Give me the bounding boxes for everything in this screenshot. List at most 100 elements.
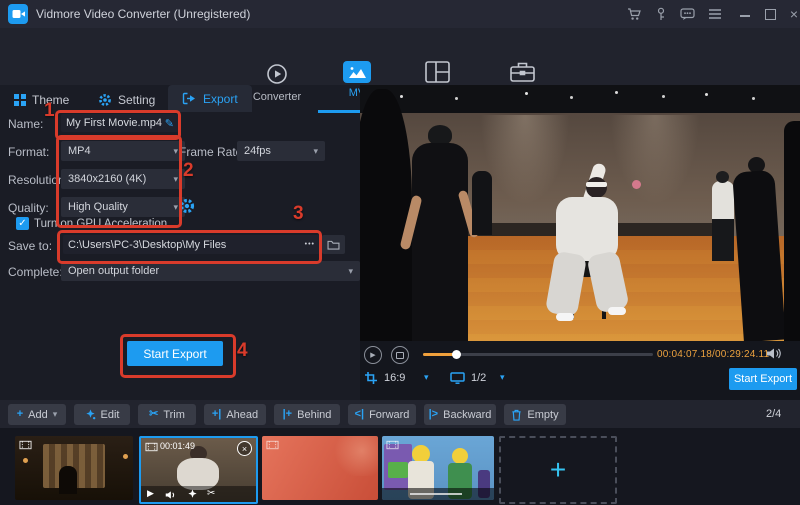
page-caret-icon[interactable]: ▾ [500, 372, 505, 383]
register-key-icon[interactable] [652, 6, 670, 22]
advanced-settings-gear-icon[interactable] [179, 198, 195, 214]
collage-icon [425, 61, 450, 83]
clip-play-icon[interactable]: ▶ [147, 488, 154, 499]
snapshot-button[interactable] [391, 346, 409, 364]
scene-bench [608, 223, 718, 236]
aspect-ratio-icon[interactable] [364, 371, 378, 384]
complete-value: Open output folder [68, 265, 159, 277]
annotation-number-3: 3 [293, 203, 304, 225]
ceiling-lights [400, 95, 403, 98]
theme-icon [14, 94, 26, 106]
setting-gear-icon [98, 93, 112, 107]
trim-label: Trim [163, 409, 185, 421]
quality-value: High Quality [68, 201, 128, 213]
edit-label: Edit [101, 409, 120, 421]
tab-export[interactable]: Export [168, 85, 252, 112]
tab-setting[interactable]: Setting [98, 87, 155, 113]
name-input[interactable]: My First Movie.mp4 ✎ [61, 114, 179, 132]
quality-dropdown[interactable]: High Quality ▾ [61, 197, 185, 217]
ahead-button[interactable]: +| Ahead [204, 404, 266, 425]
ahead-icon: +| [212, 409, 222, 420]
dancer-silhouette [712, 181, 734, 221]
clip4-head [452, 448, 468, 464]
behind-label: Behind [297, 409, 331, 421]
tab-export-label: Export [203, 92, 238, 106]
complete-dropdown[interactable]: Open output folder ▾ [61, 261, 360, 281]
start-export-button[interactable]: Start Export [127, 341, 223, 366]
aspect-caret-icon[interactable]: ▾ [424, 372, 429, 383]
annotation-number-2: 2 [183, 160, 194, 182]
screen-count-icon[interactable] [450, 372, 465, 384]
export-icon [182, 92, 197, 105]
menu-icon[interactable] [706, 6, 724, 22]
clip-trim-icon[interactable]: ✂ [207, 488, 215, 499]
timeline-clip-3[interactable] [262, 436, 378, 500]
play-button[interactable]: ▶ [364, 346, 382, 364]
saveto-input[interactable]: C:\Users\PC-3\Desktop\My Files ••• [63, 235, 320, 254]
clip-edit-icon[interactable] [187, 489, 198, 500]
empty-button[interactable]: Empty [504, 404, 566, 425]
dancer-silhouette [412, 143, 468, 341]
forward-button[interactable]: <| Forward [348, 404, 416, 425]
time-display: 00:04:07.18/00:29:24.11 [657, 349, 769, 360]
timeline-clip-4[interactable] [382, 436, 494, 500]
minimize-button[interactable] [736, 8, 754, 24]
behind-button[interactable]: |+ Behind [274, 404, 340, 425]
volume-icon[interactable] [766, 347, 781, 360]
gpu-checkbox[interactable]: ✓ [16, 217, 29, 230]
framerate-value: 24fps [244, 145, 271, 157]
film-icon [145, 442, 158, 452]
resolution-dropdown[interactable]: 3840x2160 (4K) ▾ [61, 169, 185, 189]
video-preview[interactable] [360, 85, 800, 341]
page-indicator: 1/2 [471, 372, 486, 384]
dancer-silhouette [784, 121, 800, 341]
clip4-caption-text [410, 493, 462, 495]
forward-label: Forward [369, 409, 409, 421]
feedback-icon[interactable] [678, 6, 696, 22]
window-title: Vidmore Video Converter (Unregistered) [36, 7, 250, 21]
dancer-head [716, 171, 729, 183]
store-cart-icon[interactable] [625, 6, 643, 22]
clip2-bottom-shade [141, 486, 256, 502]
main-nav: Converter MV Collage Toolbox [0, 28, 800, 85]
format-dropdown[interactable]: MP4 ▾ [61, 141, 185, 161]
clip-volume-icon[interactable] [165, 490, 176, 500]
seek-handle[interactable] [452, 350, 461, 359]
maximize-button[interactable] [761, 6, 779, 22]
app-logo-icon [8, 4, 28, 24]
open-folder-button[interactable] [322, 235, 345, 254]
tab-setting-label: Setting [118, 93, 155, 107]
edit-button[interactable]: Edit [74, 404, 130, 425]
ahead-label: Ahead [226, 409, 258, 421]
format-value: MP4 [68, 145, 91, 157]
wall-light [610, 115, 700, 205]
clip-close-button[interactable]: × [237, 441, 252, 456]
behind-icon: |+ [283, 409, 293, 420]
timeline-clip-2-selected[interactable]: 00:01:49 × ▶ ✂ [139, 436, 258, 504]
annotation-number-4: 4 [237, 340, 248, 362]
rename-pencil-icon[interactable]: ✎ [165, 117, 174, 130]
trim-button[interactable]: ✂ Trim [138, 404, 196, 425]
format-label: Format: [8, 145, 49, 159]
aspect-ratio-value: 16:9 [384, 372, 405, 384]
film-icon [266, 440, 279, 450]
framerate-dropdown[interactable]: 24fps ▾ [237, 141, 325, 161]
saveto-value: C:\Users\PC-3\Desktop\My Files [68, 239, 226, 251]
start-export-label: Start Export [143, 347, 206, 361]
add-clip-slot[interactable]: + [499, 436, 617, 504]
close-button[interactable]: × [785, 6, 800, 22]
gpu-label: Turn on GPU Acceleration [34, 218, 167, 230]
mv-icon [343, 61, 371, 83]
backward-button[interactable]: |> Backward [424, 404, 496, 425]
chevron-down-icon: ▾ [173, 202, 178, 213]
tab-theme[interactable]: Theme [14, 87, 69, 113]
forward-icon: <| [355, 409, 365, 420]
timeline-clip-1[interactable] [15, 436, 133, 500]
framerate-label: Frame Rate: [179, 145, 246, 159]
add-button[interactable]: + Add ▾ [8, 404, 66, 425]
preview-start-export-button[interactable]: Start Export [729, 368, 797, 390]
camera-icon [396, 352, 404, 359]
performer-head [586, 177, 607, 198]
performer-shoe [556, 313, 574, 321]
browse-ellipsis-button[interactable]: ••• [305, 241, 315, 248]
